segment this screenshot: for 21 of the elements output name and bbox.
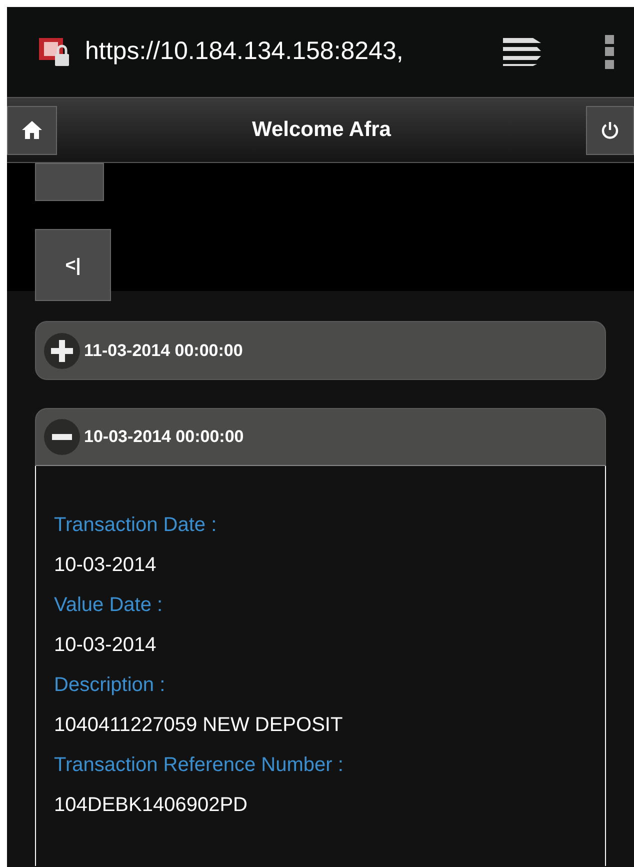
- home-icon: [22, 121, 42, 139]
- field-label: Value Date :: [54, 593, 164, 618]
- field-value: 10-03-2014: [54, 633, 158, 658]
- url-text[interactable]: https://10.184.134.158:8243,: [85, 33, 404, 71]
- field-label: Description :: [54, 673, 166, 698]
- accordion-header[interactable]: 11-03-2014 00:00:00: [35, 321, 606, 380]
- accordion-header[interactable]: 10-03-2014 00:00:00: [35, 408, 606, 466]
- power-icon: [600, 121, 619, 139]
- stack-icon[interactable]: [503, 38, 541, 66]
- header-title: Welcome Afra: [252, 117, 391, 144]
- power-button[interactable]: [586, 106, 634, 154]
- minus-icon: [44, 419, 80, 455]
- field-value: 10-03-2014: [54, 553, 158, 578]
- field-label: Transaction Reference Number :: [54, 753, 344, 778]
- field-value: 104DEBK1406902PD: [54, 793, 248, 818]
- first-page-button[interactable]: <|: [35, 229, 111, 301]
- overflow-menu-icon[interactable]: [605, 35, 614, 69]
- field-value: 1040411227059 NEW DEPOSIT: [54, 713, 344, 738]
- home-button[interactable]: [7, 106, 57, 154]
- field-label: Transaction Date :: [54, 513, 218, 538]
- plus-icon: [44, 332, 80, 368]
